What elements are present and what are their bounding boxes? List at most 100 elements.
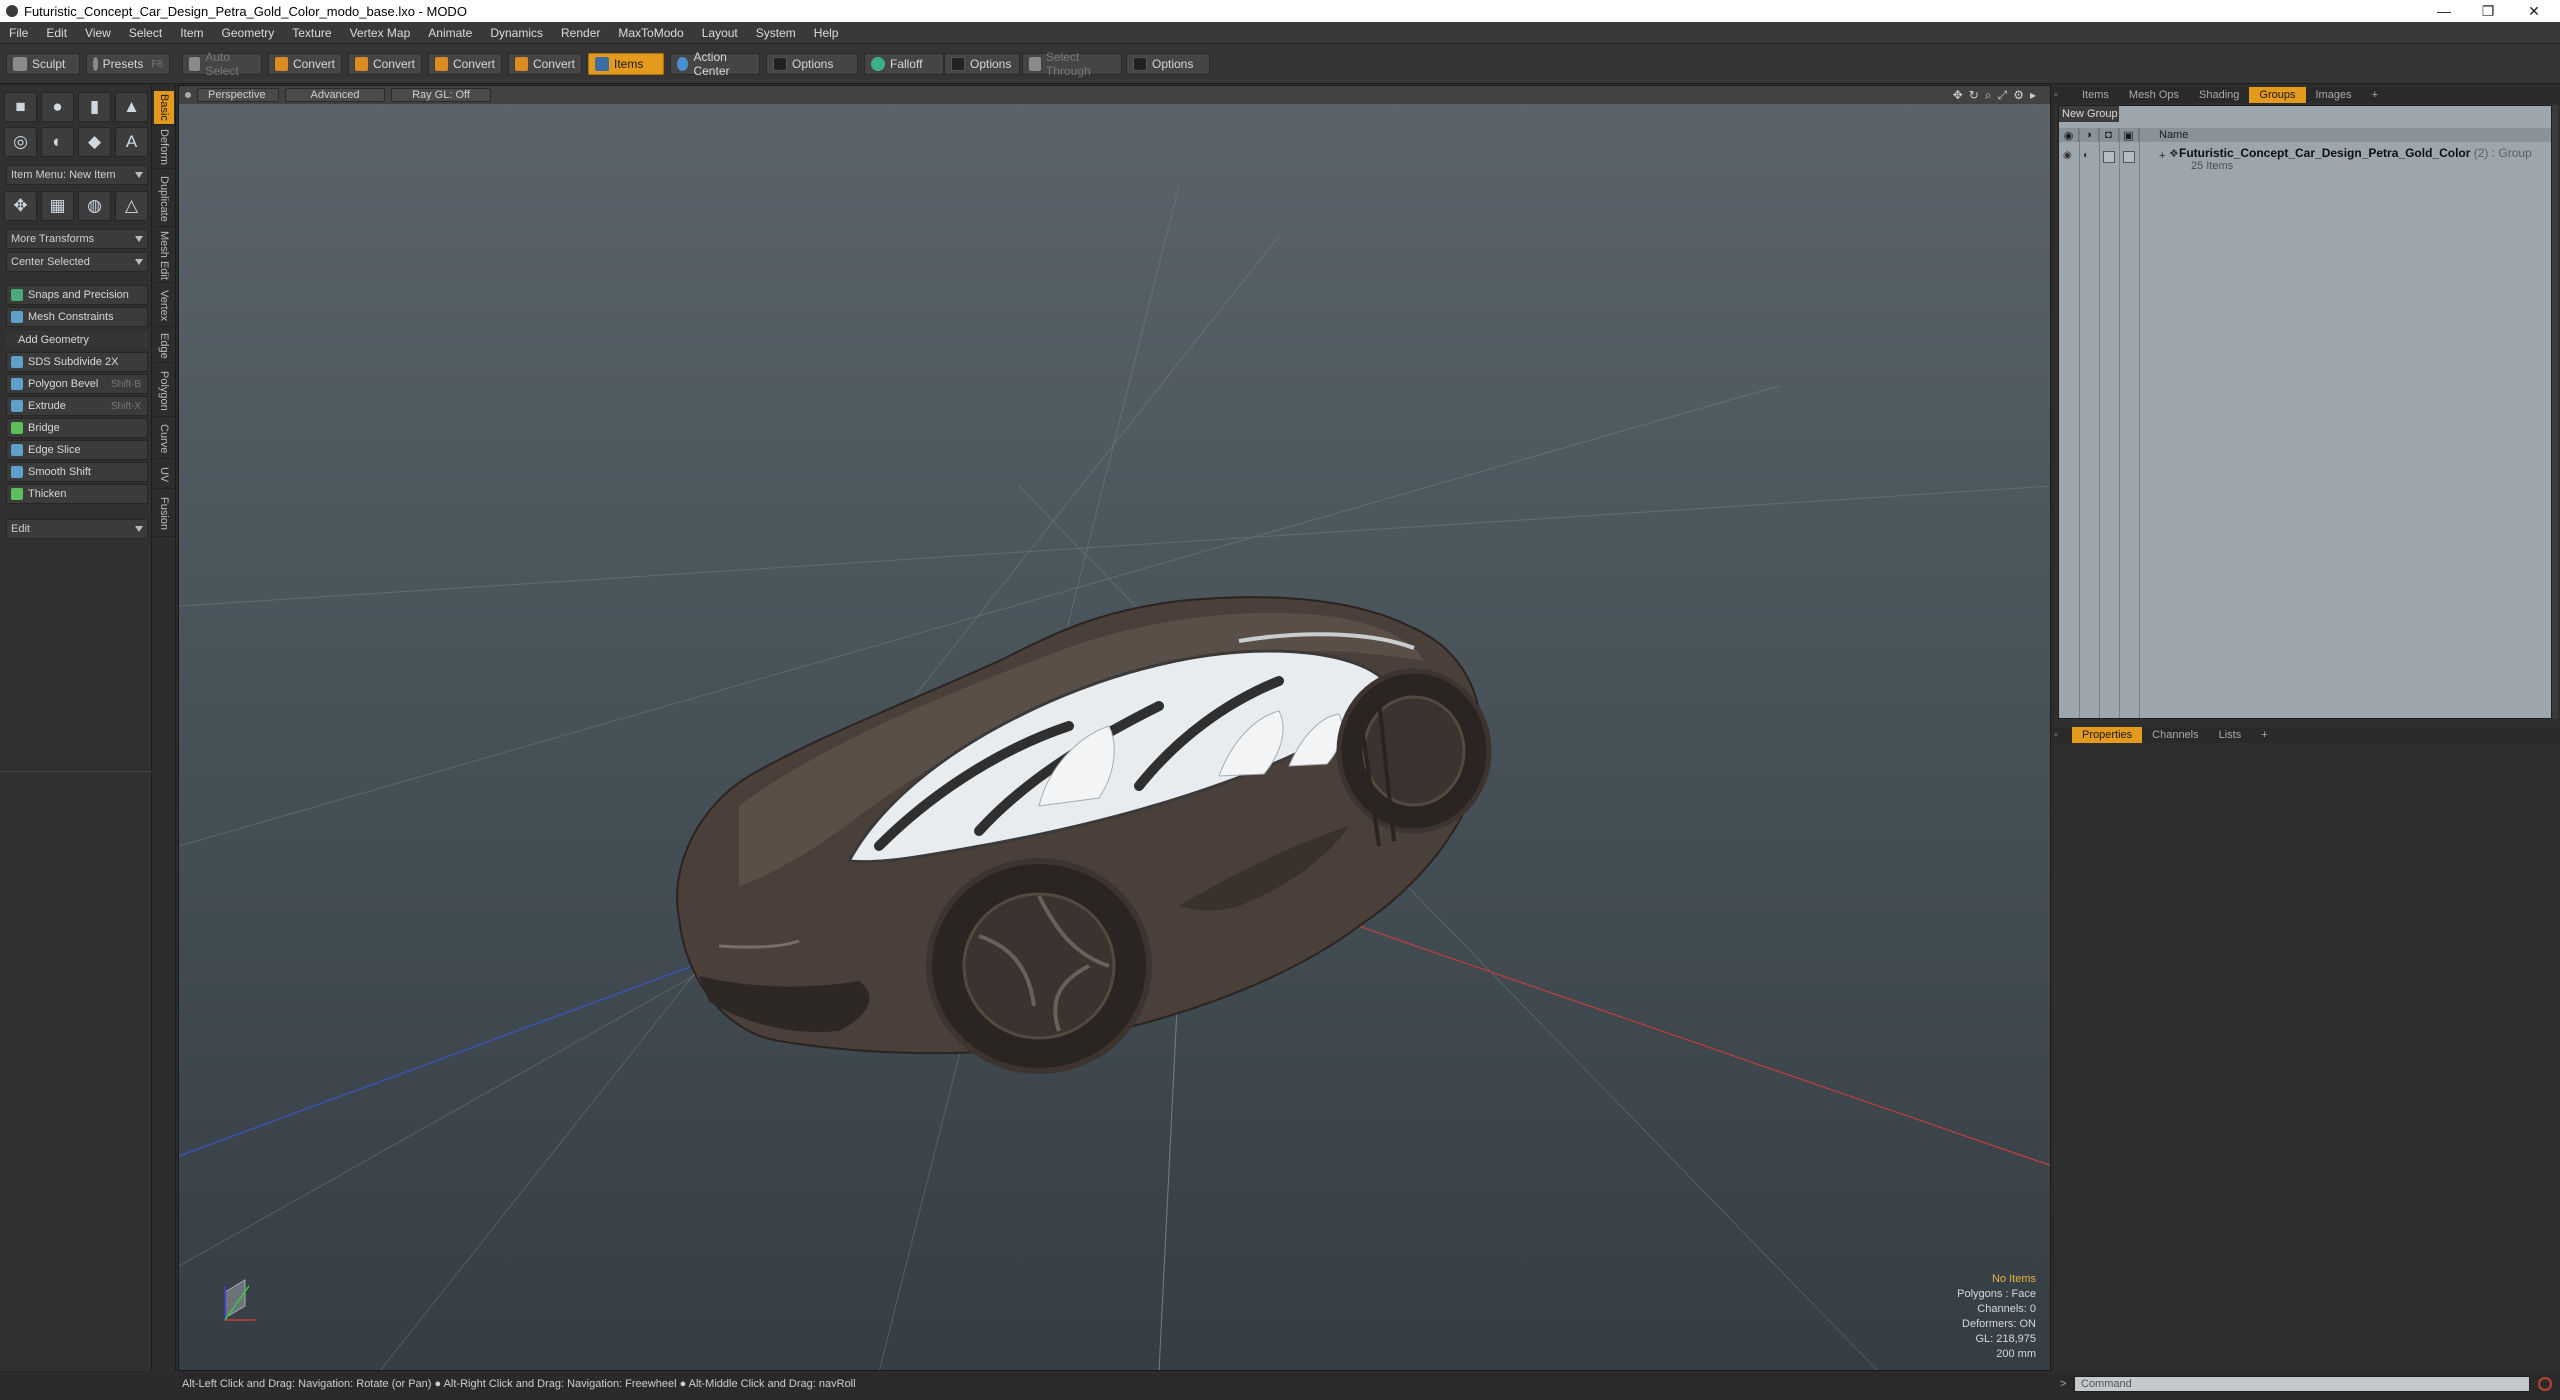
center-selected-dropdown[interactable]: Center Selected xyxy=(6,252,148,272)
tab-mesh-edit[interactable]: Mesh Edit xyxy=(154,229,174,283)
command-input[interactable]: Command xyxy=(2074,1376,2530,1392)
pan-icon[interactable]: ✥ xyxy=(1953,88,1963,103)
move-icon[interactable]: ✥ xyxy=(4,191,37,221)
falloff-options-button[interactable]: Options xyxy=(944,53,1020,75)
menu-item[interactable]: Item xyxy=(171,26,212,40)
tab-uv[interactable]: UV xyxy=(154,461,174,489)
item-menu-dropdown[interactable]: Item Menu: New Item xyxy=(6,165,148,185)
zoom-icon[interactable]: ⌕ xyxy=(1985,88,1992,103)
minimize-button[interactable]: — xyxy=(2422,0,2466,22)
perspective-button[interactable]: Perspective xyxy=(197,88,279,102)
panel-menu-icon[interactable]: ◦ xyxy=(2054,729,2072,741)
polygon-bevel-button[interactable]: Polygon Bevel Shift-B xyxy=(6,374,148,394)
advanced-button[interactable]: Advanced xyxy=(285,88,385,102)
sculpt-button[interactable]: Sculpt xyxy=(6,53,80,75)
tab-edge[interactable]: Edge xyxy=(154,329,174,363)
sphere-icon[interactable]: ● xyxy=(41,92,74,122)
menu-texture[interactable]: Texture xyxy=(283,26,340,40)
tab-basic[interactable]: Basic xyxy=(154,91,174,125)
presets-button[interactable]: Presets F6 xyxy=(86,53,170,75)
menu-render[interactable]: Render xyxy=(552,26,609,40)
select-checkbox[interactable] xyxy=(2123,151,2135,163)
lock-icon[interactable]: ◘ xyxy=(2099,128,2119,142)
menu-maxtomodo[interactable]: MaxToModo xyxy=(609,26,692,40)
tab-shading[interactable]: Shading xyxy=(2189,87,2249,103)
3d-viewport[interactable]: Perspective Advanced Ray GL: Off ✥ ↻ ⌕ ⤢… xyxy=(178,85,2051,1371)
items-mode-button[interactable]: Items xyxy=(588,53,664,75)
panel-menu-icon[interactable]: ◦ xyxy=(2054,89,2072,101)
gear-icon[interactable]: ⚙ xyxy=(2013,88,2024,103)
expand-icon[interactable]: ▸ xyxy=(2030,88,2036,103)
restore-button[interactable]: ❐ xyxy=(2466,0,2510,22)
expand-plus-icon[interactable]: + xyxy=(2159,150,2165,162)
viewport-menu-icon[interactable] xyxy=(185,92,191,98)
thicken-button[interactable]: Thicken xyxy=(6,484,148,504)
eye-icon[interactable]: ◉ xyxy=(2059,128,2079,142)
add-tab-button[interactable]: + xyxy=(2251,727,2277,743)
tab-groups[interactable]: Groups xyxy=(2249,87,2306,103)
rotate-icon[interactable]: ◍ xyxy=(78,191,111,221)
visibility-eye-icon[interactable]: ◉ xyxy=(2063,150,2072,161)
torus-icon[interactable]: ◎ xyxy=(4,127,37,157)
lock-checkbox[interactable] xyxy=(2103,151,2115,163)
menu-help[interactable]: Help xyxy=(805,26,848,40)
action-center-button[interactable]: Action Center xyxy=(670,50,760,78)
new-group-button[interactable]: New Group xyxy=(2059,106,2119,122)
scale-icon[interactable]: △ xyxy=(115,191,148,221)
group-row[interactable]: ◉ ◐ + ❖ Futuristic_Concept_Car_Design_Pe… xyxy=(2059,146,2551,176)
render-toggle-icon[interactable]: ◐ xyxy=(2083,150,2089,161)
capsule-icon[interactable]: ◐ xyxy=(41,127,74,157)
select-through-button[interactable]: Select Through xyxy=(1022,50,1122,78)
name-column-header[interactable]: Name xyxy=(2159,128,2188,142)
edge-slice-button[interactable]: Edge Slice xyxy=(6,440,148,460)
select-icon[interactable]: ▣ xyxy=(2119,128,2139,142)
plane-icon[interactable]: ◆ xyxy=(78,127,111,157)
close-button[interactable]: ✕ xyxy=(2512,0,2556,22)
mesh-constraints-button[interactable]: Mesh Constraints xyxy=(6,307,148,327)
convert-vertices-button[interactable]: Convert xyxy=(268,53,342,75)
tab-lists[interactable]: Lists xyxy=(2209,727,2252,743)
menu-edit[interactable]: Edit xyxy=(37,26,76,40)
menu-animate[interactable]: Animate xyxy=(419,26,481,40)
tab-deform[interactable]: Deform xyxy=(154,127,174,169)
menu-geometry[interactable]: Geometry xyxy=(213,26,284,40)
tab-properties[interactable]: Properties xyxy=(2072,727,2143,743)
tab-fusion[interactable]: Fusion xyxy=(154,491,174,537)
convert-materials-button[interactable]: Convert xyxy=(508,53,582,75)
smooth-shift-button[interactable]: Smooth Shift xyxy=(6,462,148,482)
group-name[interactable]: Futuristic_Concept_Car_Design_Petra_Gold… xyxy=(2179,146,2532,160)
falloff-button[interactable]: Falloff xyxy=(864,53,944,75)
menu-file[interactable]: File xyxy=(0,26,37,40)
more-transforms-dropdown[interactable]: More Transforms xyxy=(6,229,148,249)
convert-polygons-button[interactable]: Convert xyxy=(428,53,502,75)
raygl-button[interactable]: Ray GL: Off xyxy=(391,88,491,102)
menu-view[interactable]: View xyxy=(76,26,120,40)
convert-edges-button[interactable]: Convert xyxy=(348,53,422,75)
add-tab-button[interactable]: + xyxy=(2362,87,2388,103)
auto-select-button[interactable]: Auto Select xyxy=(182,50,262,78)
cube-icon[interactable]: ■ xyxy=(4,92,37,122)
render-icon[interactable]: ◑ xyxy=(2079,128,2099,142)
tab-polygon[interactable]: Polygon xyxy=(154,365,174,417)
tab-duplicate[interactable]: Duplicate xyxy=(154,171,174,227)
menu-dynamics[interactable]: Dynamics xyxy=(481,26,552,40)
bridge-button[interactable]: Bridge xyxy=(6,418,148,438)
tab-mesh-ops[interactable]: Mesh Ops xyxy=(2119,87,2189,103)
menu-system[interactable]: System xyxy=(747,26,805,40)
edit-dropdown[interactable]: Edit xyxy=(6,519,148,539)
groups-scrollbar[interactable] xyxy=(2552,105,2558,719)
rotate-view-icon[interactable]: ↻ xyxy=(1969,88,1979,103)
command-history-button[interactable] xyxy=(2538,1377,2552,1391)
tab-channels[interactable]: Channels xyxy=(2142,727,2208,743)
cylinder-icon[interactable]: ▮ xyxy=(78,92,111,122)
menu-vertex-map[interactable]: Vertex Map xyxy=(341,26,420,40)
fit-icon[interactable]: ⤢ xyxy=(1998,88,2008,103)
tab-items[interactable]: Items xyxy=(2072,87,2119,103)
tab-images[interactable]: Images xyxy=(2306,87,2362,103)
tab-vertex[interactable]: Vertex xyxy=(154,285,174,327)
add-geometry-section[interactable]: Add Geometry xyxy=(6,331,148,349)
tab-curve[interactable]: Curve xyxy=(154,419,174,459)
text-primitive-icon[interactable]: A xyxy=(115,127,148,157)
action-center-options-button[interactable]: Options xyxy=(766,53,858,75)
select-through-options-button[interactable]: Options xyxy=(1126,53,1210,75)
